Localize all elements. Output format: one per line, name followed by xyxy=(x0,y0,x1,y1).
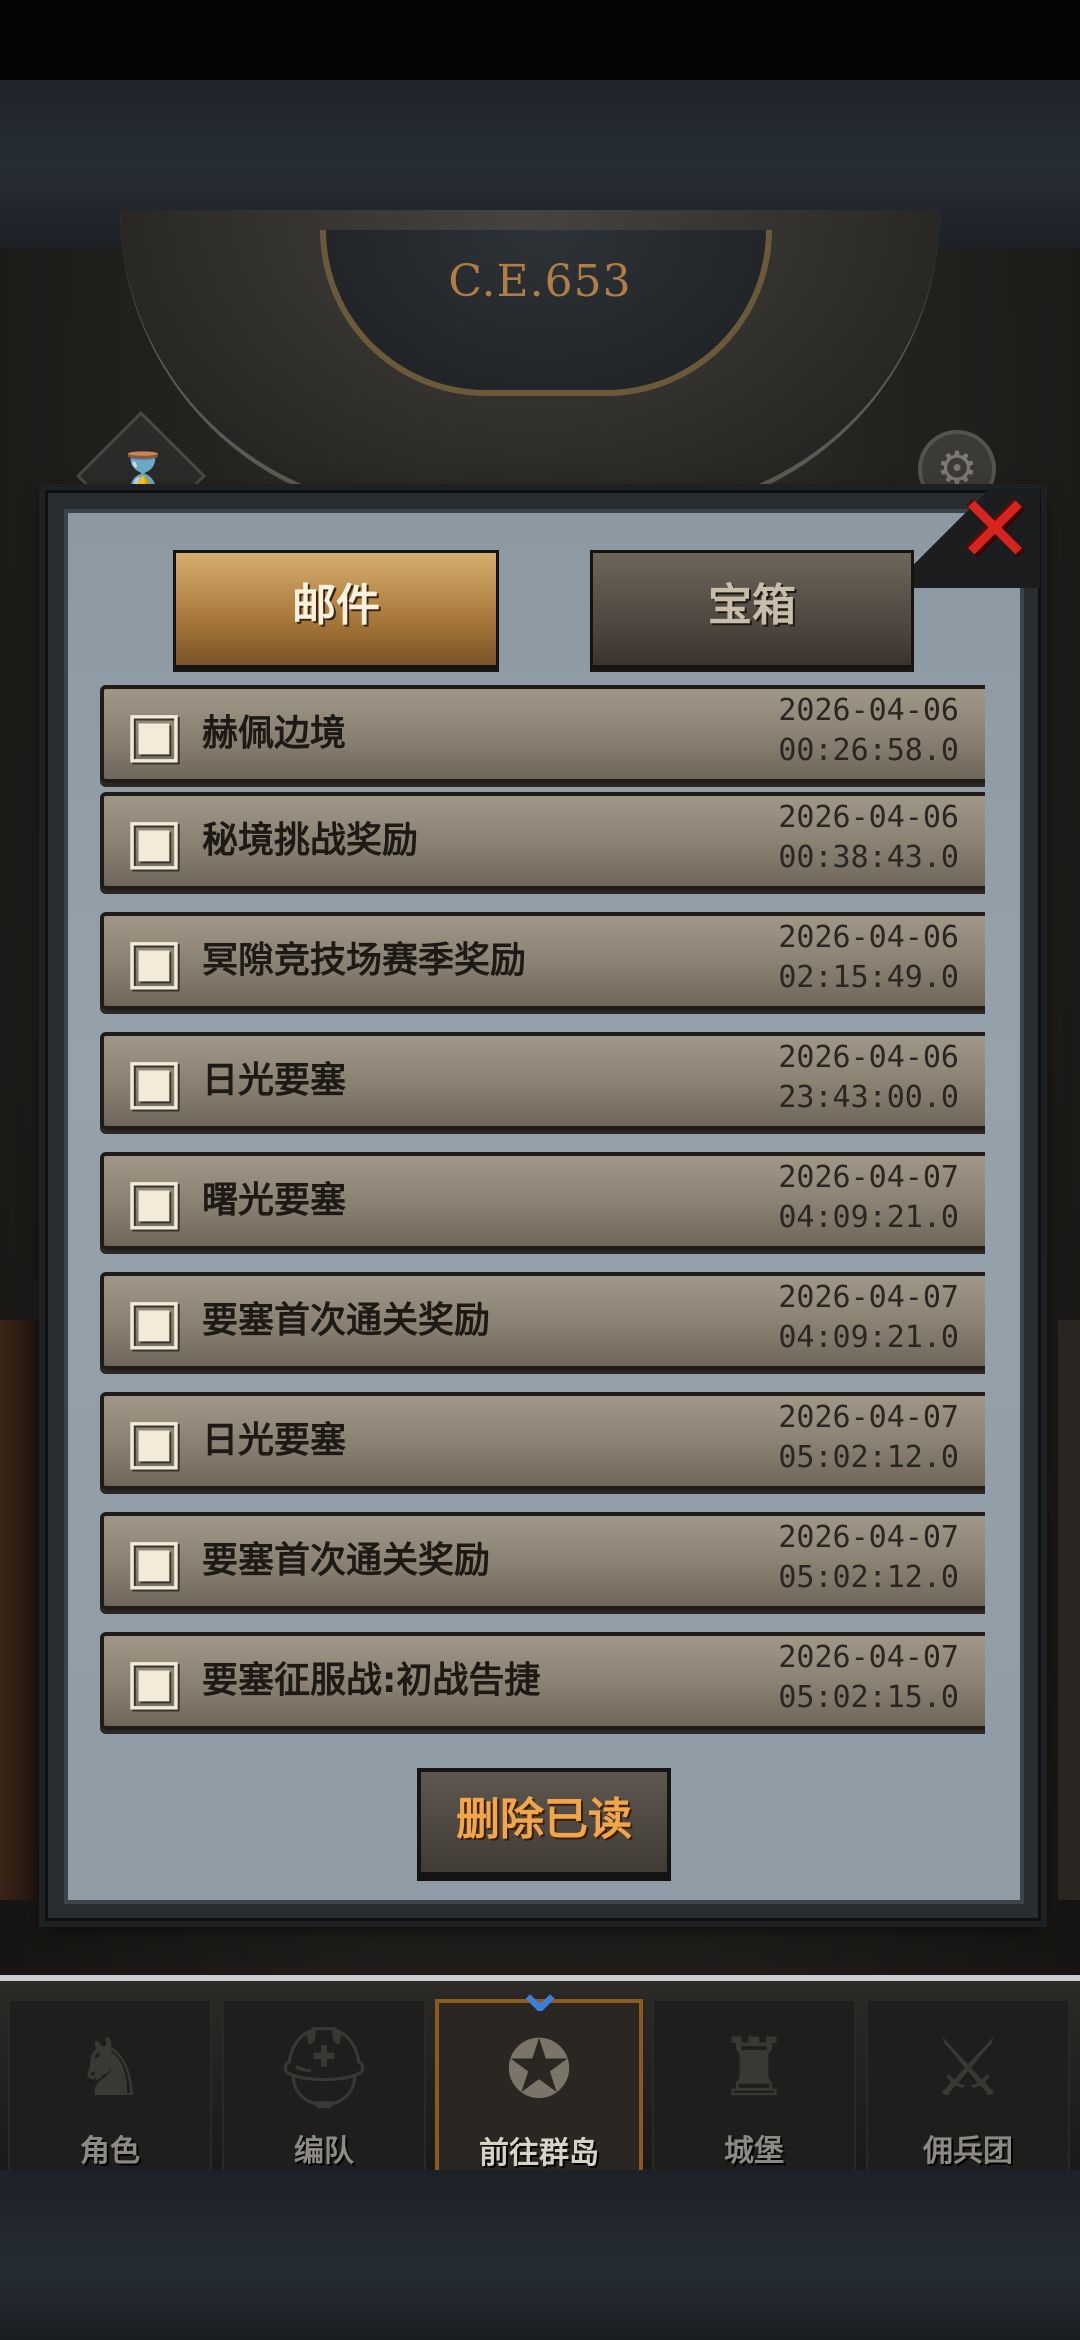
mail-item[interactable]: ▣ 冥隙竞技场赛季奖励 2026-04-06 02:15:49.0 xyxy=(100,912,985,1010)
mail-title: 冥隙竞技场赛季奖励 xyxy=(202,940,527,981)
mail-date: 2026-04-07 xyxy=(778,1400,959,1435)
mail-list[interactable]: ▣ 赫佩边境 2026-04-06 00:26:58.0 ▣ 秘境挑战奖励 20… xyxy=(100,685,985,1740)
mail-time: 05:02:12.0 xyxy=(778,1440,959,1475)
nav-label: 前往群岛 xyxy=(479,2136,599,2171)
mail-title: 曙光要塞 xyxy=(202,1180,347,1221)
bottom-letterbox xyxy=(0,2170,1080,2340)
mercenary-icon: ⚔ xyxy=(932,2021,1004,2114)
close-icon: ✕ xyxy=(956,476,1034,583)
chest-icon: ▣ xyxy=(124,1404,184,1477)
tab-mail[interactable]: 邮件 xyxy=(173,550,499,668)
nav-label: 佣兵团 xyxy=(923,2134,1013,2169)
chest-icon: ▣ xyxy=(124,1164,184,1237)
mail-item[interactable]: ▣ 赫佩边境 2026-04-06 00:26:58.0 xyxy=(100,685,985,783)
mail-date: 2026-04-06 xyxy=(778,800,959,835)
mail-time: 02:15:49.0 xyxy=(778,960,959,995)
mail-date: 2026-04-07 xyxy=(778,1280,959,1315)
nav-label: 城堡 xyxy=(724,2134,784,2169)
mail-time: 04:09:21.0 xyxy=(778,1320,959,1355)
mail-title: 要塞征服战:初战告捷 xyxy=(202,1660,541,1701)
mail-date: 2026-04-06 xyxy=(778,920,959,955)
mail-date: 2026-04-07 xyxy=(778,1520,959,1555)
chevron-down-icon: ⌄ xyxy=(513,1953,567,2027)
nav-label: 编队 xyxy=(294,2134,354,2169)
mail-item[interactable]: ▣ 日光要塞 2026-04-06 23:43:00.0 xyxy=(100,1032,985,1130)
mail-time: 04:09:21.0 xyxy=(778,1200,959,1235)
mail-title: 要塞首次通关奖励 xyxy=(202,1300,491,1341)
mail-title: 日光要塞 xyxy=(202,1420,347,1461)
mail-time: 05:02:15.0 xyxy=(778,1680,959,1715)
mail-title: 要塞首次通关奖励 xyxy=(202,1540,491,1581)
delete-read-button[interactable]: 删除已读 xyxy=(417,1768,671,1876)
nav-label: 角色 xyxy=(80,2134,140,2169)
mail-date: 2026-04-07 xyxy=(778,1160,959,1195)
castle-icon: ♜ xyxy=(718,2021,790,2114)
tab-chest[interactable]: 宝箱 xyxy=(590,550,914,668)
helmet-icon: ⛑ xyxy=(273,2021,375,2114)
mail-time: 00:26:58.0 xyxy=(778,733,959,768)
mail-item[interactable]: ▣ 曙光要塞 2026-04-07 04:09:21.0 xyxy=(100,1152,985,1250)
chest-icon: ▣ xyxy=(124,697,184,770)
nav-item-formation[interactable]: ⛑ 编队 xyxy=(222,1999,426,2178)
mail-date: 2026-04-07 xyxy=(778,1640,959,1675)
mail-date: 2026-04-06 xyxy=(778,693,959,728)
left-side-panel xyxy=(0,1320,38,1900)
mail-time: 00:38:43.0 xyxy=(778,840,959,875)
mail-time: 23:43:00.0 xyxy=(778,1080,959,1115)
status-bar xyxy=(0,0,1080,80)
era-label: C.E.653 xyxy=(448,256,632,307)
compass-icon: ✪ xyxy=(505,2023,573,2116)
mail-date: 2026-04-06 xyxy=(778,1040,959,1075)
nav-item-castle[interactable]: ♜ 城堡 xyxy=(652,1999,856,2178)
mail-item[interactable]: ▣ 要塞征服战:初战告捷 2026-04-07 05:02:15.0 xyxy=(100,1632,985,1730)
mail-item[interactable]: ▣ 秘境挑战奖励 2026-04-06 00:38:43.0 xyxy=(100,792,985,890)
chest-icon: ▣ xyxy=(124,1644,184,1717)
mail-title: 赫佩边境 xyxy=(202,713,347,754)
mail-time: 05:02:12.0 xyxy=(778,1560,959,1595)
chest-icon: ▣ xyxy=(124,1524,184,1597)
nav-item-mercenary[interactable]: ⚔ 佣兵团 xyxy=(866,1999,1070,2178)
mail-title: 日光要塞 xyxy=(202,1060,347,1101)
mail-item[interactable]: ▣ 要塞首次通关奖励 2026-04-07 05:02:12.0 xyxy=(100,1512,985,1610)
chest-icon: ▣ xyxy=(124,804,184,877)
chest-icon: ▣ xyxy=(124,1044,184,1117)
close-button[interactable]: ✕ xyxy=(955,484,1035,576)
mail-title: 秘境挑战奖励 xyxy=(202,820,419,861)
chest-icon: ▣ xyxy=(124,1284,184,1357)
mail-item[interactable]: ▣ 日光要塞 2026-04-07 05:02:12.0 xyxy=(100,1392,985,1490)
chest-icon: ▣ xyxy=(124,924,184,997)
right-side-panel xyxy=(1058,1320,1080,1900)
nav-item-character[interactable]: ♞ 角色 xyxy=(8,1999,212,2178)
mail-item[interactable]: ▣ 要塞首次通关奖励 2026-04-07 04:09:21.0 xyxy=(100,1272,985,1370)
knight-icon: ♞ xyxy=(74,2021,146,2114)
